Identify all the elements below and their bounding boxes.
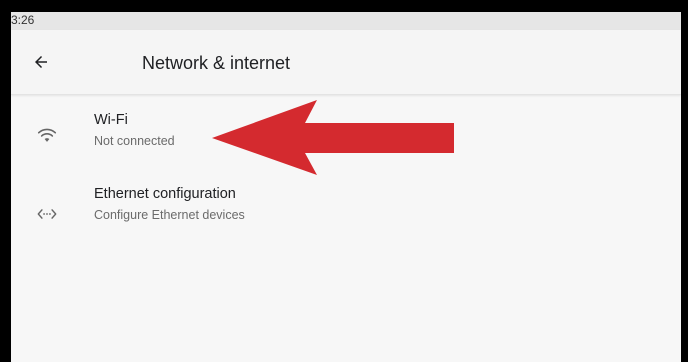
page-title: Network & internet — [142, 53, 291, 73]
app-bar: Network & internet — [11, 30, 681, 95]
wifi-summary: Not connected — [94, 134, 175, 148]
ethernet-summary: Configure Ethernet devices — [94, 208, 245, 222]
wifi-label: Wi-Fi — [94, 112, 128, 128]
ethernet-icon — [35, 202, 59, 226]
device-frame: 3:26 Network & internet Wi-Fi Not connec… — [0, 0, 688, 362]
back-button[interactable] — [27, 48, 55, 76]
screen: 3:26 Network & internet Wi-Fi Not connec… — [11, 12, 681, 362]
status-time: 3:26 — [11, 13, 35, 27]
arrow-back-icon — [35, 56, 47, 68]
wifi-icon — [35, 123, 59, 147]
status-bar: 3:26 — [11, 12, 681, 30]
list-item-ethernet[interactable]: Ethernet configuration Configure Etherne… — [11, 178, 681, 240]
arrow-shape — [212, 100, 454, 175]
annotation-arrow — [212, 100, 454, 175]
ethernet-label: Ethernet configuration — [94, 186, 236, 202]
